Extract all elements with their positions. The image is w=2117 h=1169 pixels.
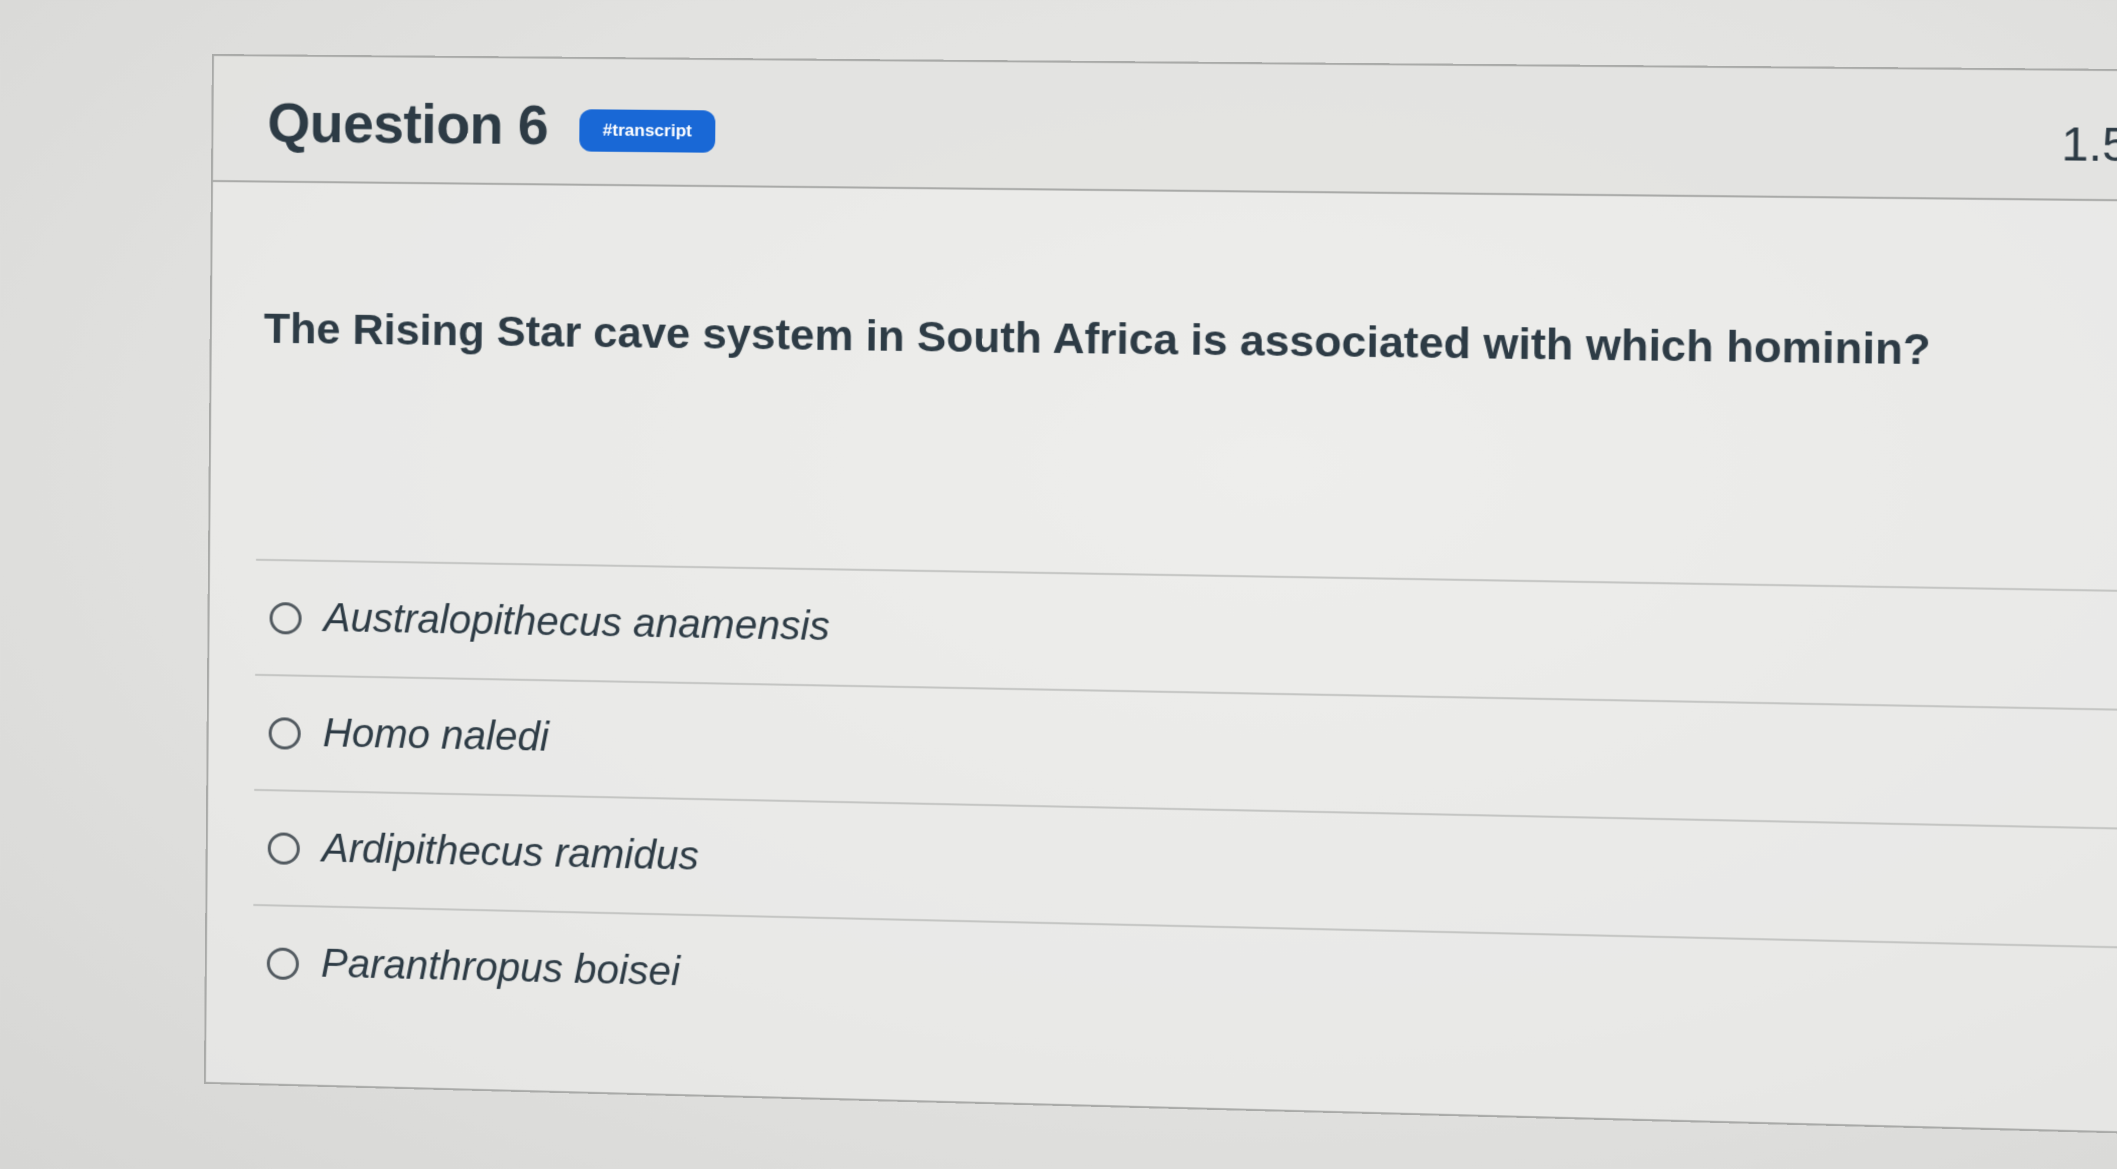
transcript-badge[interactable]: #transcript — [579, 109, 716, 153]
question-title: Question 6 — [267, 91, 549, 157]
radio-button[interactable] — [266, 946, 300, 980]
radio-button[interactable] — [269, 601, 302, 635]
answer-label[interactable]: Ardipithecus ramidus — [322, 826, 699, 879]
question-header: Question 6 #transcript 1.5 pts — [212, 56, 2117, 203]
radio-button[interactable] — [267, 831, 300, 865]
answer-list: Australopithecus anamensis Homo naledi A… — [252, 558, 2117, 1068]
question-card: Question 6 #transcript 1.5 pts The Risin… — [203, 54, 2117, 1136]
question-points: 1.5 pts — [2061, 117, 2117, 172]
answer-label[interactable]: Paranthropus boisei — [321, 942, 680, 996]
answer-label[interactable]: Australopithecus anamensis — [324, 596, 830, 650]
radio-button[interactable] — [268, 716, 301, 750]
question-text: The Rising Star cave system in South Afr… — [263, 304, 1931, 375]
answer-label[interactable]: Homo naledi — [323, 711, 549, 761]
